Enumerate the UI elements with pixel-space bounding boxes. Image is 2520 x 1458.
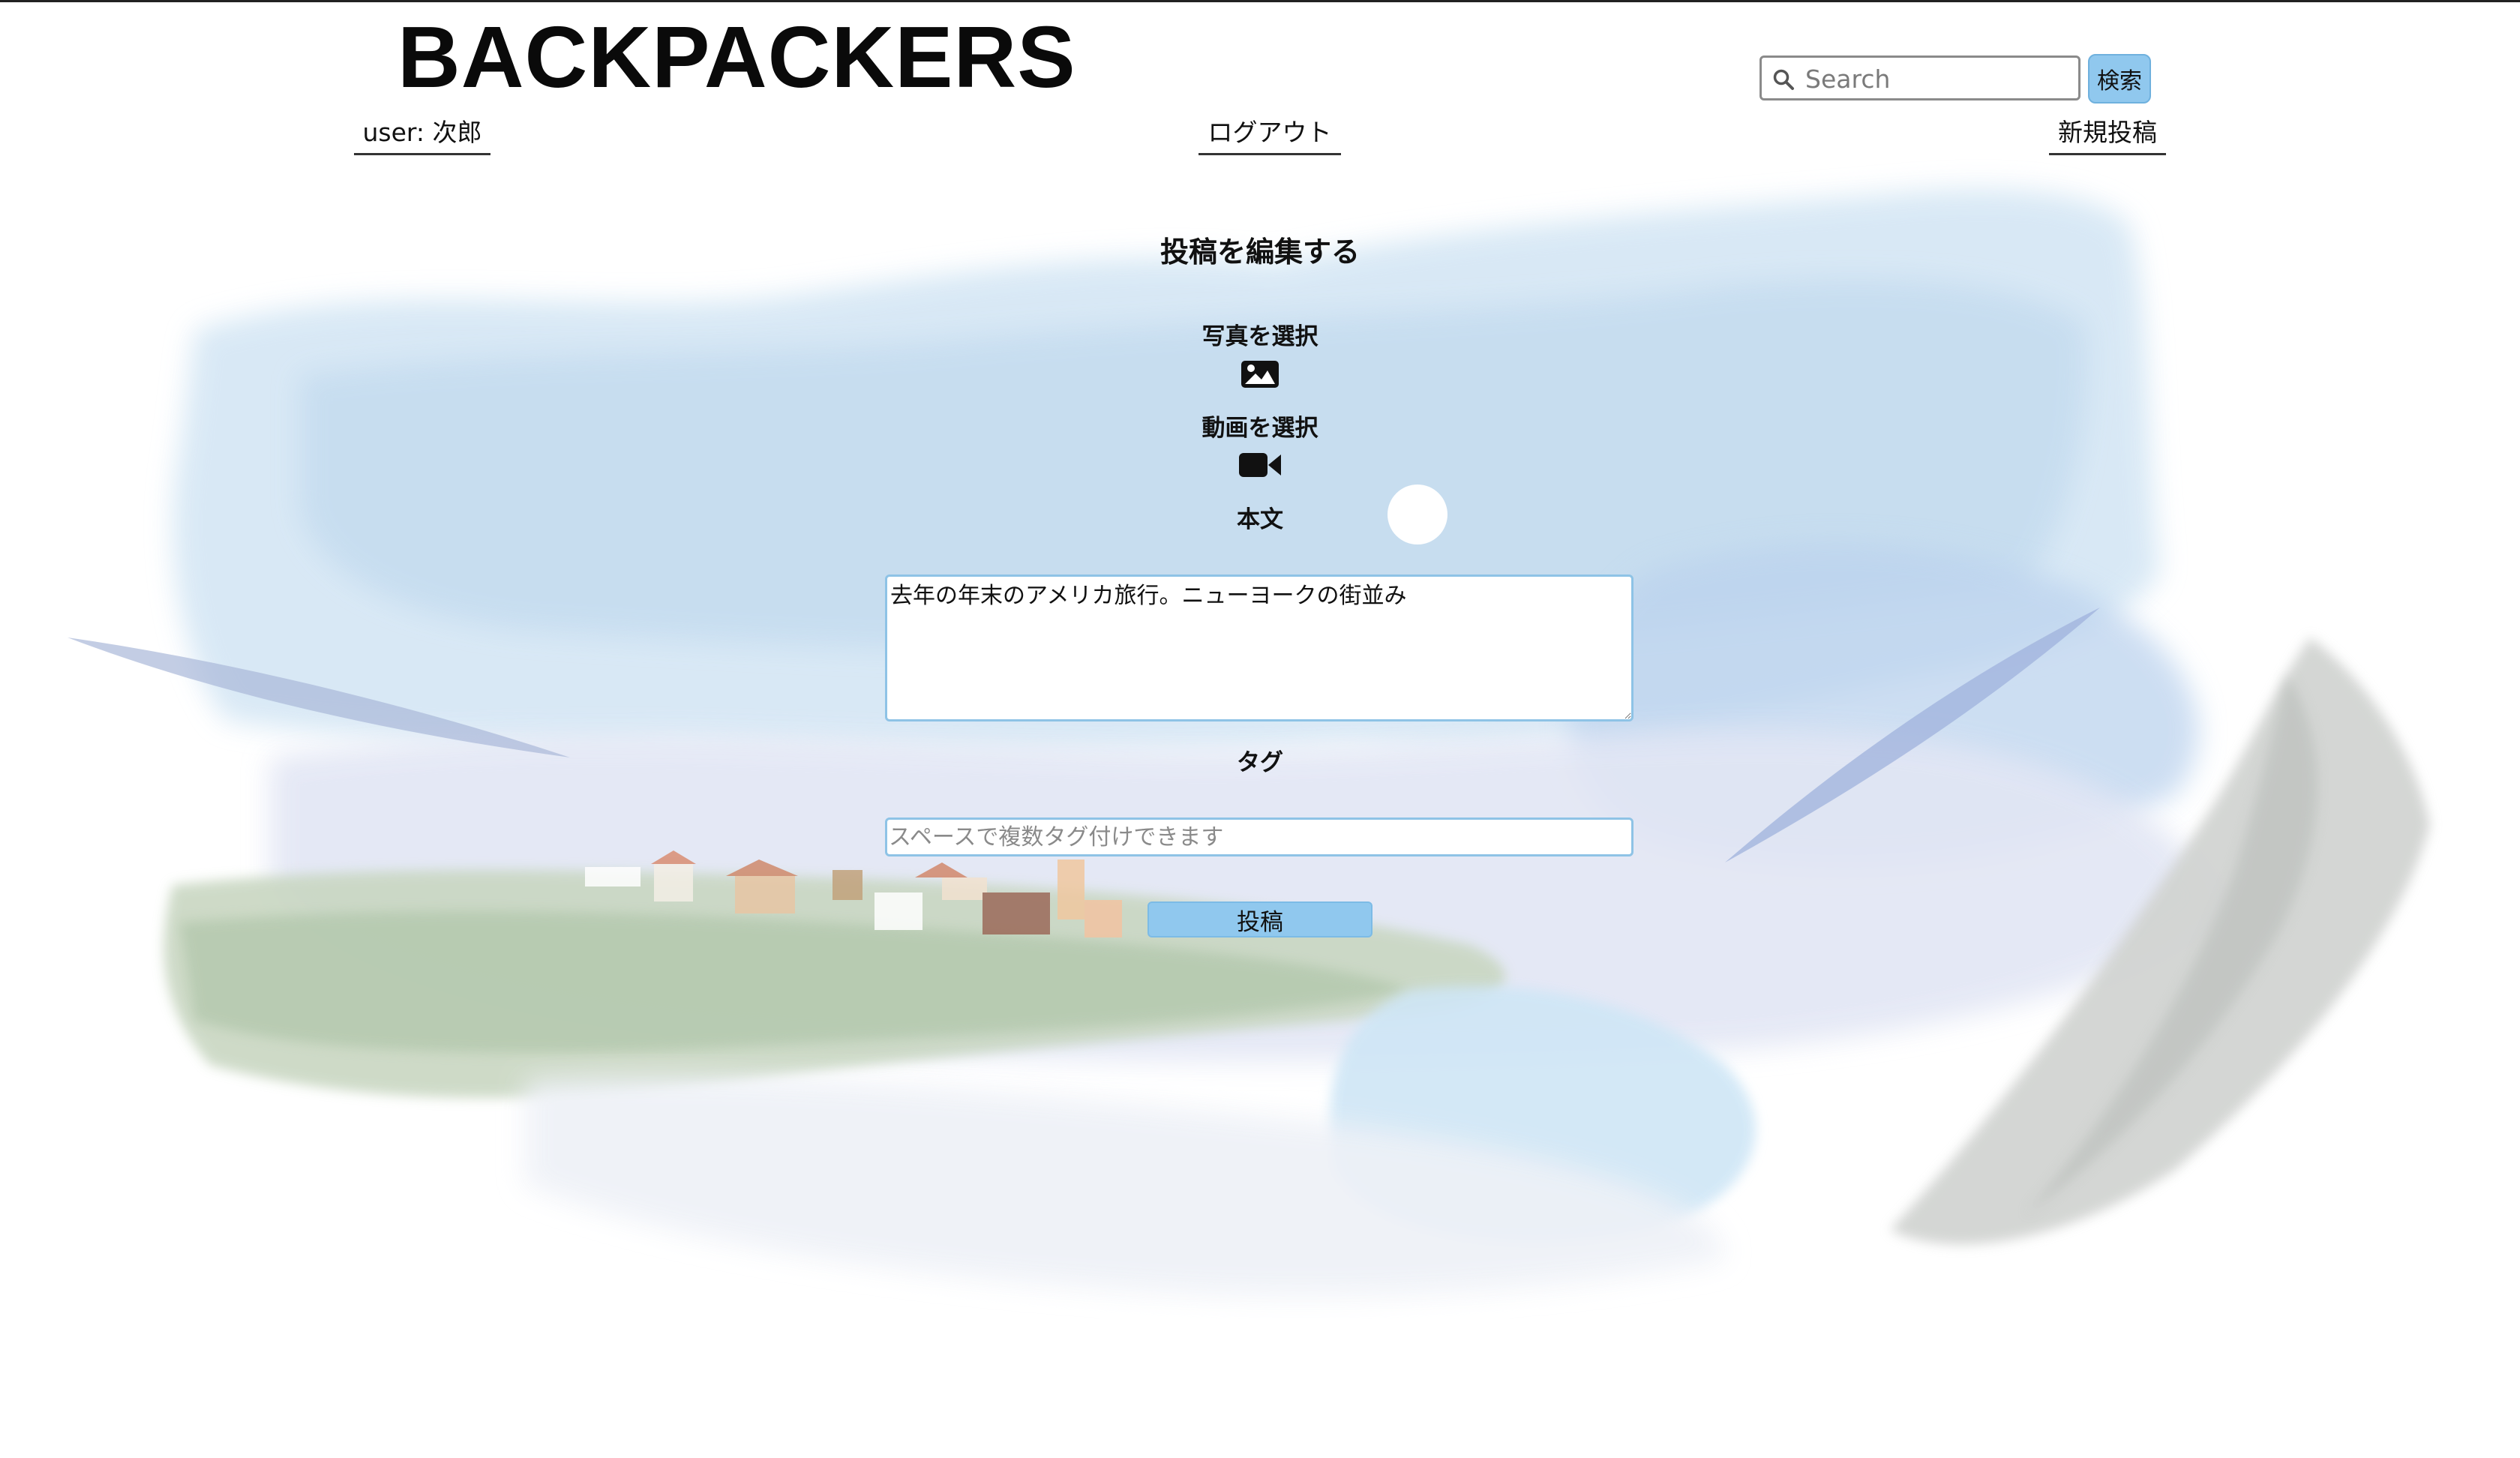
video-select-label[interactable]: 動画を選択 bbox=[1110, 411, 1410, 446]
body-label: 本文 bbox=[1237, 506, 1283, 533]
new-post-link[interactable]: 新規投稿 bbox=[2049, 112, 2166, 155]
tag-input[interactable] bbox=[885, 818, 1634, 856]
page-title: 投稿を編集する bbox=[1160, 236, 1360, 268]
user-link[interactable]: user: 次郎 bbox=[354, 112, 490, 155]
submit-button[interactable]: 投稿 bbox=[1148, 902, 1372, 938]
search-icon bbox=[1773, 69, 1794, 90]
image-icon[interactable] bbox=[1239, 358, 1281, 390]
video-camera-icon[interactable] bbox=[1238, 450, 1282, 480]
body-textarea[interactable]: 去年の年末のアメリカ旅行。ニューヨークの街並み bbox=[885, 574, 1634, 722]
tag-label: タグ bbox=[1237, 749, 1283, 776]
site-logo[interactable]: BACKPACKERS bbox=[398, 4, 1076, 110]
watercolor-landscape-background bbox=[68, 189, 2430, 1296]
search-button[interactable]: 検索 bbox=[2088, 54, 2151, 104]
logout-link[interactable]: ログアウト bbox=[1198, 112, 1341, 155]
photo-select-label[interactable]: 写真を選択 bbox=[1110, 320, 1410, 354]
search-box[interactable] bbox=[1760, 56, 2080, 100]
search-input[interactable] bbox=[1804, 62, 2077, 95]
